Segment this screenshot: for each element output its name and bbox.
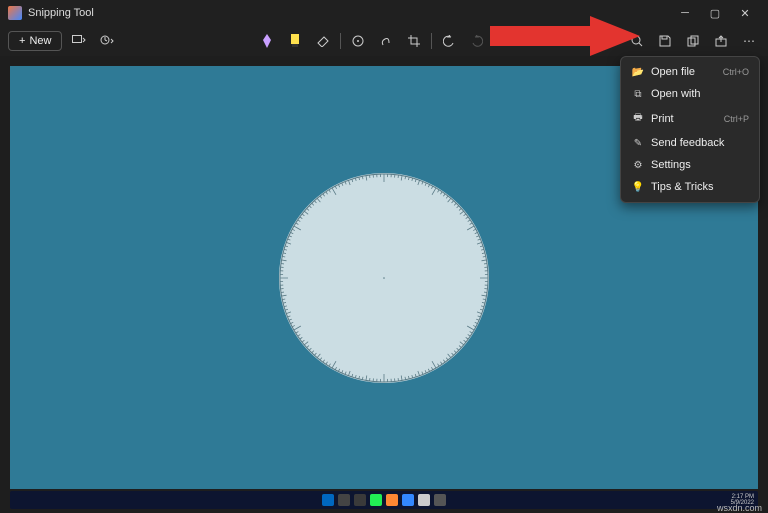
feedback-icon: ✎: [631, 138, 645, 149]
toolbar-divider: [431, 33, 432, 49]
protractor-circle[interactable]: [279, 173, 489, 383]
task-icon[interactable]: [386, 494, 398, 506]
toolbar: + New ⋯: [0, 26, 768, 56]
menu-label: Send feedback: [651, 137, 743, 149]
snip-mode-dropdown[interactable]: [68, 30, 90, 52]
folder-icon: 📂: [631, 67, 645, 78]
menu-label: Open file: [651, 66, 717, 78]
menu-shortcut: Ctrl+O: [723, 67, 749, 77]
menu-open-file[interactable]: 📂 Open file Ctrl+O: [621, 61, 759, 83]
menu-print[interactable]: 🖶 Print Ctrl+P: [621, 105, 759, 132]
taskbar[interactable]: [10, 491, 758, 509]
highlighter-tool[interactable]: [284, 30, 306, 52]
eraser-tool[interactable]: [312, 30, 334, 52]
toolbar-divider: [340, 33, 341, 49]
red-arrow-annotation: [490, 16, 640, 56]
menu-send-feedback[interactable]: ✎ Send feedback: [621, 132, 759, 154]
new-label: New: [29, 35, 51, 47]
settings-icon: ⚙: [631, 160, 645, 171]
more-button[interactable]: ⋯: [738, 30, 760, 52]
share-button[interactable]: [710, 30, 732, 52]
protractor-tool[interactable]: [347, 30, 369, 52]
protractor-ticks: [279, 173, 489, 383]
menu-shortcut: Ctrl+P: [724, 114, 749, 124]
save-button[interactable]: [654, 30, 676, 52]
task-icon[interactable]: [402, 494, 414, 506]
minimize-button[interactable]: ─: [670, 3, 700, 23]
clock-time: 2:17 PM: [731, 494, 754, 501]
start-icon[interactable]: [322, 494, 334, 506]
close-button[interactable]: ✕: [730, 3, 760, 23]
more-menu: 📂 Open file Ctrl+O ⧉ Open with 🖶 Print C…: [620, 56, 760, 203]
redo-button[interactable]: [466, 30, 488, 52]
maximize-button[interactable]: ▢: [700, 3, 730, 23]
menu-label: Tips & Tricks: [651, 181, 743, 193]
copy-button[interactable]: [682, 30, 704, 52]
search-icon[interactable]: [338, 494, 350, 506]
print-icon: 🖶: [631, 110, 645, 127]
title-bar: Snipping Tool ─ ▢ ✕: [0, 0, 768, 26]
task-icon[interactable]: [434, 494, 446, 506]
crop-tool[interactable]: [403, 30, 425, 52]
task-icon[interactable]: [370, 494, 382, 506]
delay-dropdown[interactable]: [96, 30, 118, 52]
menu-tips[interactable]: 💡 Tips & Tricks: [621, 176, 759, 198]
plus-icon: +: [19, 35, 25, 47]
task-icon[interactable]: [418, 494, 430, 506]
tips-icon: 💡: [631, 182, 645, 193]
undo-button[interactable]: [438, 30, 460, 52]
watermark: wsxdn.com: [717, 503, 762, 513]
touch-writing-tool[interactable]: [375, 30, 397, 52]
menu-label: Open with: [651, 88, 743, 100]
menu-label: Print: [651, 113, 718, 125]
task-view-icon[interactable]: [354, 494, 366, 506]
menu-open-with[interactable]: ⧉ Open with: [621, 83, 759, 105]
pen-tool[interactable]: [256, 30, 278, 52]
new-button[interactable]: + New: [8, 31, 62, 51]
app-icon: [8, 6, 22, 20]
menu-label: Settings: [651, 159, 743, 171]
menu-settings[interactable]: ⚙ Settings: [621, 154, 759, 176]
open-with-icon: ⧉: [631, 89, 645, 100]
